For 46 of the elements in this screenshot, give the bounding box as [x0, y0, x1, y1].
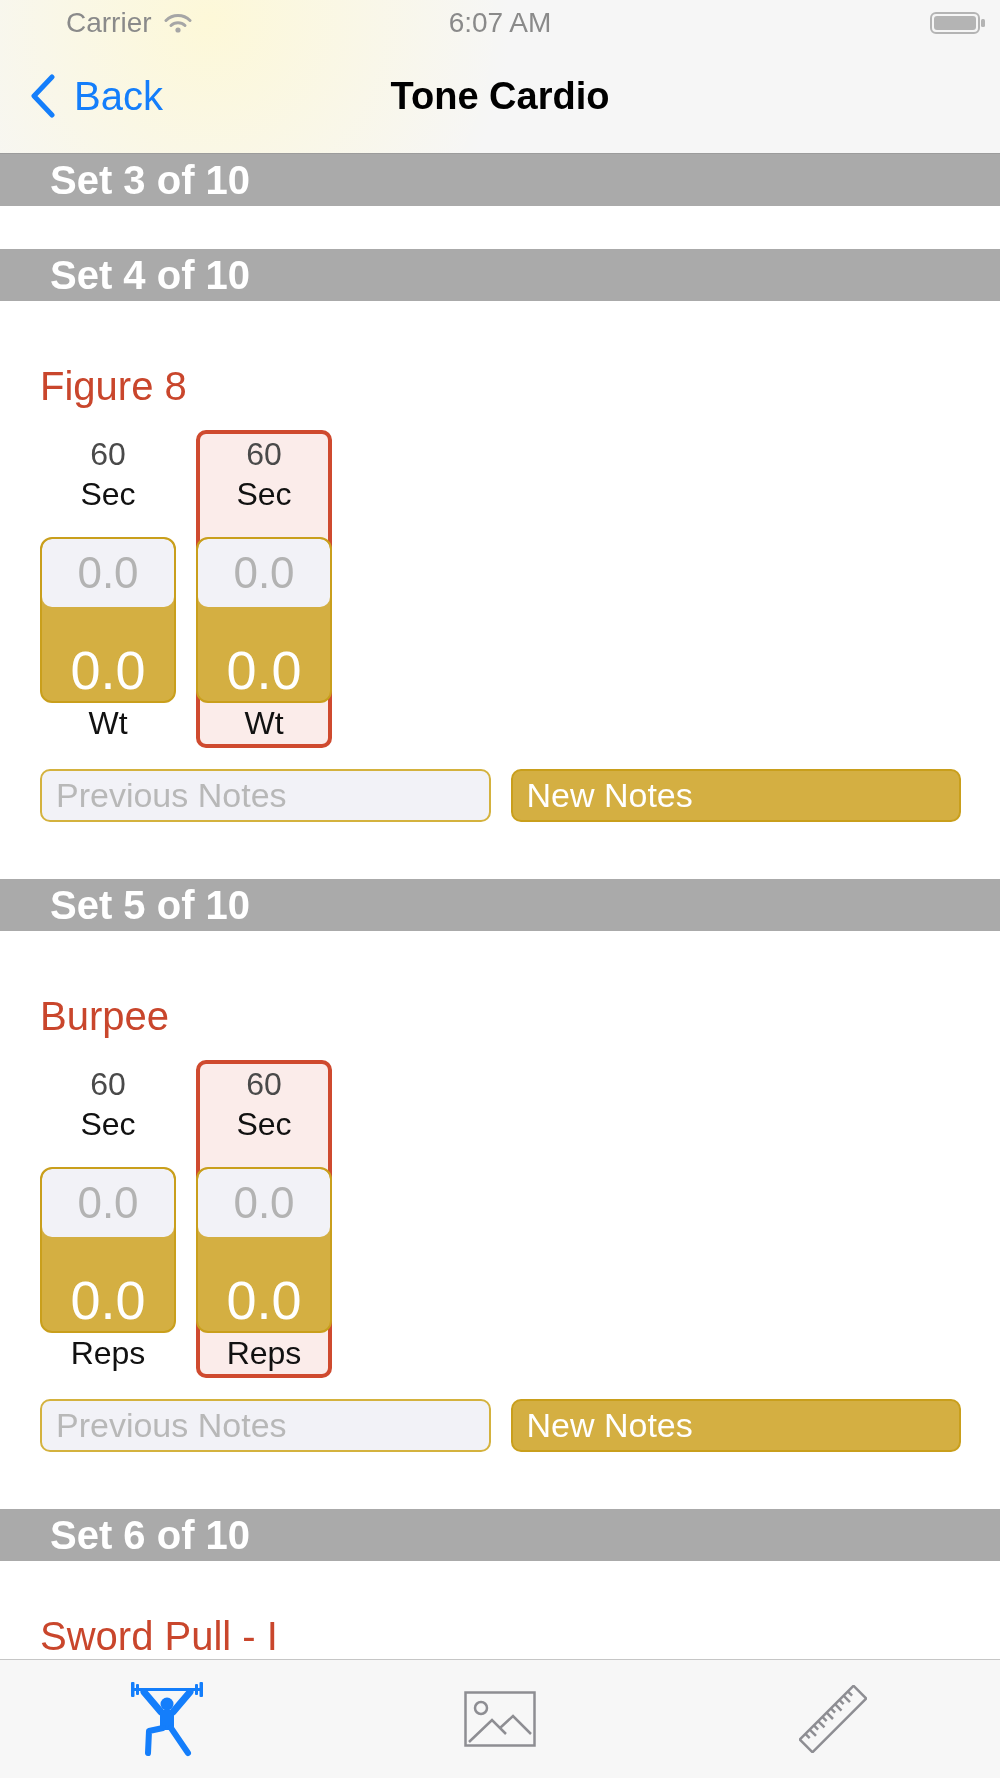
- exercise-name: Burpee: [40, 994, 170, 1038]
- target-unit: Sec: [80, 475, 136, 514]
- target-unit: Sec: [236, 1105, 292, 1144]
- battery-icon: [930, 11, 986, 34]
- exercise-name: Figure 8: [40, 364, 188, 408]
- image-icon: [464, 1691, 536, 1747]
- unit-label: Wt: [88, 704, 128, 743]
- previous-notes-field[interactable]: Previous Notes: [40, 769, 491, 822]
- value-input-field[interactable]: 0.0: [198, 539, 330, 607]
- entered-value: 0.0: [70, 641, 146, 699]
- section-header: Set 4 of 10: [0, 249, 1000, 301]
- set-column[interactable]: 60 Sec 0.0 0.0 Reps: [40, 1060, 176, 1378]
- previous-notes-field[interactable]: Previous Notes: [40, 1399, 491, 1452]
- target-value: 60: [246, 435, 282, 474]
- value-input-field[interactable]: 0.0: [42, 1169, 174, 1237]
- status-time: 6:07 AM: [448, 6, 552, 39]
- carrier-name: Carrier: [66, 6, 152, 39]
- back-button[interactable]: Back: [30, 73, 163, 119]
- section-header: Set 6 of 10: [0, 1509, 1000, 1561]
- set-column[interactable]: 60 Sec 0.0 0.0 Reps: [196, 1060, 332, 1378]
- tab-button[interactable]: [464, 1691, 536, 1747]
- entered-value: 0.0: [226, 641, 302, 699]
- unit-label: Wt: [244, 704, 284, 743]
- set-column[interactable]: 60 Sec 0.0 0.0 Wt: [196, 430, 332, 748]
- ruler-icon: [799, 1685, 868, 1753]
- exercise-name: Sword Pull - I: [40, 1614, 279, 1658]
- tab-button[interactable]: [799, 1685, 868, 1753]
- new-notes-field[interactable]: New Notes: [510, 769, 961, 822]
- entered-value: 0.0: [70, 1271, 146, 1329]
- new-notes-field[interactable]: New Notes: [510, 1399, 961, 1452]
- entered-value: 0.0: [226, 1271, 302, 1329]
- target-unit: Sec: [236, 475, 292, 514]
- back-chevron-icon: [30, 74, 56, 118]
- wifi-icon: [163, 12, 192, 33]
- screen-title: Tone Cardio: [390, 74, 610, 118]
- section-header: Set 3 of 10: [0, 154, 1000, 206]
- value-input-field[interactable]: 0.0: [42, 539, 174, 607]
- unit-label: Reps: [70, 1334, 146, 1373]
- set-column[interactable]: 60 Sec 0.0 0.0 Wt: [40, 430, 176, 748]
- value-input-field[interactable]: 0.0: [198, 1169, 330, 1237]
- unit-label: Reps: [226, 1334, 302, 1373]
- target-unit: Sec: [80, 1105, 136, 1144]
- target-value: 60: [246, 1065, 282, 1104]
- target-value: 60: [90, 1065, 126, 1104]
- section-header: Set 5 of 10: [0, 879, 1000, 931]
- target-value: 60: [90, 435, 126, 474]
